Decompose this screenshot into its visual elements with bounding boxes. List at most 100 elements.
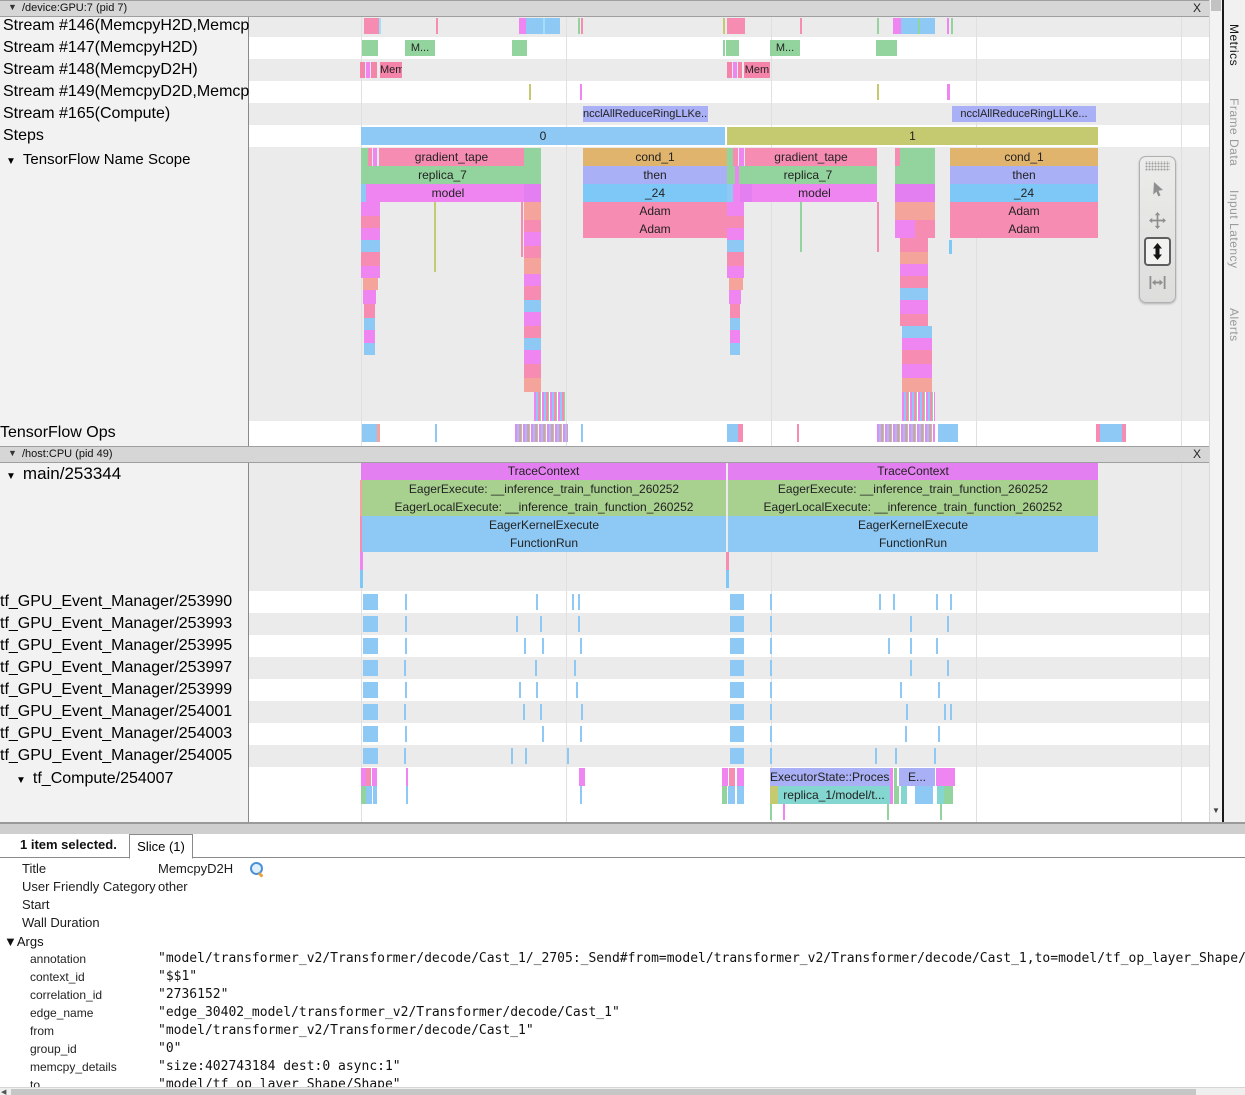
trace-slice[interactable] bbox=[937, 786, 944, 804]
trace-slice[interactable]: _24 bbox=[583, 184, 727, 202]
trace-slice[interactable] bbox=[951, 18, 953, 34]
trace-slice[interactable] bbox=[723, 40, 725, 56]
trace-slice[interactable] bbox=[436, 18, 438, 34]
trace-slice[interactable]: gradient_tape bbox=[379, 148, 524, 166]
horizontal-scrollbar-thumb[interactable] bbox=[11, 1089, 1196, 1095]
trace-slice[interactable] bbox=[361, 228, 380, 240]
palette-drag-handle[interactable] bbox=[1145, 161, 1170, 171]
trace-slice[interactable] bbox=[900, 264, 928, 276]
trace-slice[interactable] bbox=[949, 240, 952, 254]
trace-slice[interactable] bbox=[405, 726, 407, 742]
trace-slice[interactable] bbox=[730, 330, 740, 343]
trace-slice[interactable] bbox=[363, 748, 378, 764]
trace-slice[interactable] bbox=[900, 300, 928, 314]
trace-slice[interactable] bbox=[519, 18, 526, 34]
trace-slice[interactable]: replica_7 bbox=[739, 166, 877, 184]
trace-slice[interactable] bbox=[364, 304, 375, 318]
trace-slice[interactable] bbox=[727, 266, 744, 278]
trace-slice[interactable] bbox=[910, 616, 912, 632]
trace-slice[interactable] bbox=[893, 18, 901, 34]
trace-slice[interactable] bbox=[405, 638, 407, 654]
trace-slice[interactable] bbox=[740, 184, 752, 202]
trace-slice[interactable] bbox=[947, 18, 949, 34]
trace-slice[interactable] bbox=[511, 748, 513, 764]
trace-slice[interactable] bbox=[524, 312, 541, 326]
trace-slice[interactable]: then bbox=[583, 166, 727, 184]
trace-slice[interactable] bbox=[524, 638, 526, 654]
trace-slice[interactable]: _24 bbox=[950, 184, 1098, 202]
trace-slice[interactable] bbox=[729, 290, 741, 304]
trace-slice[interactable] bbox=[940, 804, 942, 820]
trace-slice[interactable] bbox=[580, 786, 582, 804]
select-tool-button[interactable] bbox=[1144, 175, 1171, 204]
trace-slice[interactable] bbox=[900, 276, 928, 288]
trace-slice[interactable] bbox=[379, 18, 381, 34]
trace-slice[interactable] bbox=[894, 786, 899, 804]
trace-slice[interactable] bbox=[363, 726, 378, 742]
tab-slice[interactable]: Slice (1) bbox=[129, 834, 193, 859]
trace-slice[interactable] bbox=[361, 252, 380, 266]
trace-slice[interactable] bbox=[733, 184, 740, 202]
trace-slice[interactable] bbox=[360, 570, 363, 588]
trace-slice[interactable]: EagerLocalExecute: __inference_train_fun… bbox=[728, 498, 1098, 516]
trace-slice[interactable] bbox=[770, 660, 772, 676]
trace-slice[interactable] bbox=[730, 660, 744, 676]
trace-slice[interactable] bbox=[540, 616, 542, 632]
trace-slice[interactable] bbox=[730, 704, 744, 720]
trace-slice[interactable] bbox=[524, 338, 541, 350]
scroll-down-arrow-icon[interactable]: ▼ bbox=[1211, 806, 1221, 815]
sidebar-tab-frame-data[interactable]: Frame Data bbox=[1227, 98, 1241, 166]
trace-slice[interactable] bbox=[360, 552, 363, 570]
trace-slice[interactable] bbox=[578, 18, 580, 34]
scroll-left-arrow-icon[interactable]: ◀ bbox=[1, 1088, 6, 1095]
trace-slice[interactable] bbox=[524, 350, 541, 364]
trace-slice[interactable] bbox=[893, 594, 895, 610]
pan-tool-button[interactable] bbox=[1144, 206, 1171, 235]
trace-slice[interactable]: Mem bbox=[744, 62, 770, 78]
trace-slice[interactable] bbox=[915, 786, 933, 804]
trace-slice[interactable] bbox=[524, 286, 541, 300]
trace-slice[interactable] bbox=[947, 84, 950, 100]
trace-slice[interactable] bbox=[902, 350, 932, 364]
trace-slice[interactable] bbox=[730, 594, 744, 610]
trace-slice[interactable] bbox=[723, 18, 725, 34]
trace-slice[interactable] bbox=[915, 220, 935, 238]
trace-slice[interactable] bbox=[512, 40, 527, 56]
trace-slice[interactable] bbox=[950, 594, 952, 610]
trace-slice[interactable]: Adam bbox=[950, 220, 1098, 238]
trace-slice[interactable] bbox=[363, 660, 378, 676]
trace-slice[interactable] bbox=[540, 704, 542, 720]
trace-slice[interactable] bbox=[373, 148, 377, 166]
trace-slice[interactable] bbox=[944, 786, 953, 804]
trace-slice[interactable] bbox=[364, 330, 375, 343]
trace-slice[interactable]: Adam bbox=[950, 202, 1098, 220]
trace-slice[interactable] bbox=[368, 148, 372, 166]
trace-slice[interactable] bbox=[581, 424, 583, 442]
trace-slice[interactable] bbox=[362, 424, 377, 442]
trace-slice[interactable]: EagerExecute: __inference_train_function… bbox=[728, 480, 1098, 498]
trace-slice[interactable] bbox=[406, 768, 408, 786]
trace-slice[interactable] bbox=[578, 616, 580, 632]
close-button[interactable]: X bbox=[1193, 1, 1201, 15]
trace-slice[interactable] bbox=[936, 638, 938, 654]
trace-slice[interactable] bbox=[727, 202, 744, 216]
trace-slice[interactable]: replica_1/model/t... bbox=[778, 786, 890, 804]
trace-slice[interactable] bbox=[404, 748, 406, 764]
trace-slice[interactable] bbox=[576, 682, 578, 698]
trace-slice[interactable] bbox=[524, 148, 541, 166]
trace-slice[interactable] bbox=[902, 326, 932, 338]
horizontal-scrollbar[interactable]: ◀ bbox=[0, 1087, 1245, 1095]
trace-slice[interactable] bbox=[524, 326, 541, 338]
trace-slice[interactable] bbox=[900, 682, 902, 698]
trace-slice[interactable] bbox=[361, 266, 380, 278]
trace-slice[interactable] bbox=[536, 682, 538, 698]
trace-slice[interactable] bbox=[567, 748, 569, 764]
trace-slice[interactable] bbox=[770, 638, 772, 654]
collapse-triangle-icon[interactable]: ▼ bbox=[6, 156, 16, 167]
trace-slice[interactable] bbox=[722, 786, 727, 804]
trace-slice[interactable] bbox=[1122, 424, 1126, 442]
trace-slice[interactable] bbox=[947, 616, 949, 632]
trace-slice[interactable] bbox=[902, 338, 932, 350]
trace-slice[interactable]: 1 bbox=[727, 127, 1098, 145]
trace-slice[interactable] bbox=[770, 594, 772, 610]
